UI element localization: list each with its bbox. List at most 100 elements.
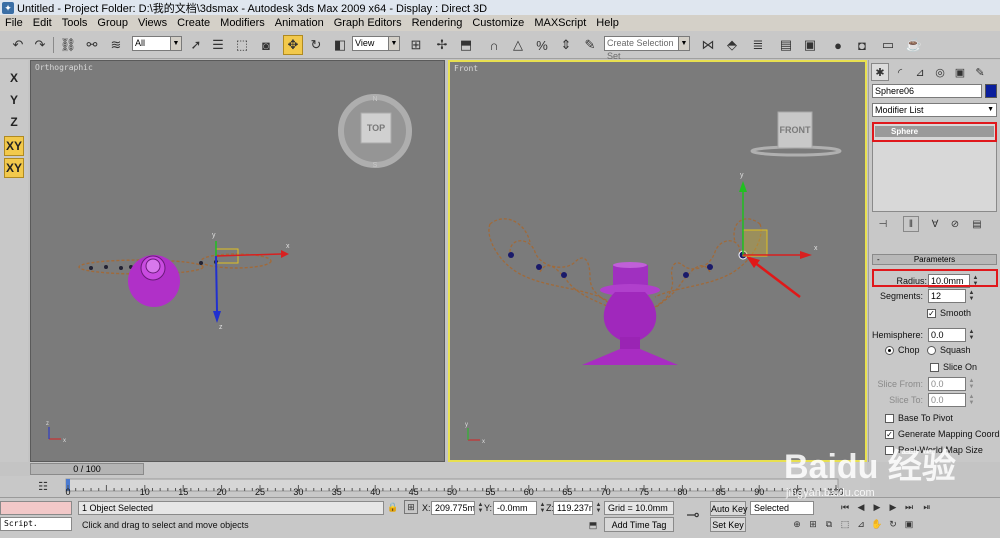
add-time-tag-button[interactable]: Add Time Tag <box>604 517 674 532</box>
small-sphere[interactable] <box>536 264 542 270</box>
reference-coord-dropdown[interactable]: View ▼ <box>352 36 400 51</box>
slice-to-field[interactable]: 0.0 <box>928 393 966 407</box>
viewcube[interactable]: TOP N S <box>338 94 412 169</box>
hierarchy-tab-icon[interactable]: ⊿ <box>911 63 929 81</box>
menu-group[interactable]: Group <box>92 15 133 31</box>
make-unique-icon[interactable]: ∀ <box>927 216 943 232</box>
slice-from-spinner-icon[interactable]: ▲ ▼ <box>967 378 976 390</box>
keyboard-shortcut-toggle-icon[interactable]: ⬒ <box>456 35 476 55</box>
select-and-rotate-icon[interactable]: ↻ <box>306 35 326 55</box>
select-by-name-icon[interactable]: ☰ <box>208 35 228 55</box>
angle-snap-icon[interactable]: △ <box>508 35 528 55</box>
align-icon[interactable]: ⬘ <box>722 35 742 55</box>
absolute-mode-icon[interactable]: ⊞ <box>404 500 418 514</box>
track-bar[interactable]: ☷ 0 10 15 20 25 30 35 40 45 50 55 60 65 70 75 80 85 90 95 1… <box>0 476 870 497</box>
menu-edit[interactable]: Edit <box>28 15 57 31</box>
modifier-list-dropdown[interactable]: Modifier List ▼ <box>872 103 997 117</box>
restrict-plane-cycle-button[interactable]: XY <box>4 158 24 178</box>
curve-editor-icon[interactable]: ▤ <box>776 35 796 55</box>
small-sphere[interactable] <box>683 272 689 278</box>
restrict-xy-plane-button[interactable]: XY <box>4 136 24 156</box>
maxscript-listener[interactable]: Script. <box>0 517 72 531</box>
bind-space-warp-icon[interactable]: ≋ <box>106 35 126 55</box>
slice-from-field[interactable]: 0.0 <box>928 377 966 391</box>
render-setup-icon[interactable]: ◘ <box>852 35 872 55</box>
zoom-all-icon[interactable]: ⊞ <box>806 517 820 531</box>
orbit-icon[interactable]: ↻ <box>886 517 900 531</box>
squash-radio[interactable] <box>927 346 936 355</box>
menu-create[interactable]: Create <box>172 15 215 31</box>
small-sphere[interactable] <box>119 266 123 270</box>
segments-field[interactable]: 12 <box>928 289 966 303</box>
time-tag-icon[interactable]: ⬒ <box>586 518 600 532</box>
unlink-icon[interactable]: ⚯ <box>82 35 102 55</box>
menu-customize[interactable]: Customize <box>467 15 529 31</box>
viewcube[interactable]: FRONT <box>750 111 842 157</box>
real-world-map-checkbox[interactable] <box>885 446 894 455</box>
select-and-scale-icon[interactable]: ◧ <box>330 35 350 55</box>
key-mode-icon[interactable]: ⏯ <box>920 500 934 514</box>
zoom-extents-all-icon[interactable]: ⬚ <box>838 517 852 531</box>
x-coordinate-field[interactable]: 209.775mm <box>431 501 475 515</box>
window-crossing-icon[interactable]: ◙ <box>256 35 276 55</box>
viewport-front[interactable]: Front FRONT y x x y <box>448 60 867 462</box>
snaps-toggle-icon[interactable]: ∩ <box>484 35 504 55</box>
slice-on-checkbox[interactable] <box>930 363 939 372</box>
menu-modifiers[interactable]: Modifiers <box>215 15 270 31</box>
selection-filter-dropdown[interactable]: All ▼ <box>132 36 182 51</box>
move-gizmo[interactable]: y x <box>739 172 818 259</box>
spinner-snap-icon[interactable]: ⇕ <box>556 35 576 55</box>
small-sphere[interactable] <box>104 265 108 269</box>
select-object-icon[interactable]: ➚ <box>186 35 206 55</box>
maxscript-listener-pink[interactable] <box>0 501 72 515</box>
create-tab-icon[interactable]: ✱ <box>871 63 889 81</box>
utilities-tab-icon[interactable]: ✎ <box>971 63 989 81</box>
small-sphere[interactable] <box>561 272 567 278</box>
menu-graph-editors[interactable]: Graph Editors <box>329 15 407 31</box>
go-to-end-icon[interactable]: ⏭ <box>902 500 916 514</box>
menu-views[interactable]: Views <box>133 15 172 31</box>
pin-stack-icon[interactable]: ⊣ <box>875 216 891 232</box>
display-tab-icon[interactable]: ▣ <box>951 63 969 81</box>
z-coordinate-field[interactable]: 119.237mm <box>553 501 593 515</box>
key-filter-dropdown[interactable]: Selected <box>750 501 814 515</box>
zoom-extents-icon[interactable]: ⧉ <box>822 517 836 531</box>
spline-curls-left[interactable] <box>488 218 626 313</box>
z-spinner-icon[interactable]: ▲ ▼ <box>594 502 603 514</box>
object-name-field[interactable]: Sphere06 <box>872 84 982 98</box>
small-sphere[interactable] <box>508 252 514 258</box>
time-slider-thumb[interactable]: 0 / 100 <box>30 463 144 475</box>
object-color-swatch[interactable] <box>985 84 997 98</box>
show-end-result-icon[interactable]: ‖ <box>903 216 919 232</box>
restrict-y-button[interactable]: Y <box>4 90 24 110</box>
modify-tab-icon[interactable]: ◜ <box>891 63 909 81</box>
hemisphere-spinner-icon[interactable]: ▲ ▼ <box>967 329 976 341</box>
move-gizmo[interactable]: x y z <box>212 232 290 331</box>
menu-maxscript[interactable]: MAXScript <box>529 15 591 31</box>
parameters-rollout-header[interactable]: - Parameters <box>872 254 997 265</box>
go-to-start-icon[interactable]: ⏮ <box>838 500 852 514</box>
candlestick-object[interactable] <box>582 262 678 365</box>
menu-rendering[interactable]: Rendering <box>407 15 468 31</box>
selection-lock-icon[interactable]: 🔒 <box>386 500 400 514</box>
named-selection-dropdown[interactable]: Create Selection Set ▼ <box>604 36 690 61</box>
zoom-icon[interactable]: ⊕ <box>790 517 804 531</box>
restrict-z-button[interactable]: Z <box>4 112 24 132</box>
slice-to-spinner-icon[interactable]: ▲ ▼ <box>967 394 976 406</box>
menu-animation[interactable]: Animation <box>270 15 329 31</box>
chop-radio[interactable] <box>885 346 894 355</box>
menu-help[interactable]: Help <box>591 15 624 31</box>
select-manipulate-icon[interactable]: ✢ <box>432 35 452 55</box>
percent-snap-icon[interactable]: % <box>532 35 552 55</box>
small-sphere[interactable] <box>707 264 713 270</box>
viewport-orthographic[interactable]: Orthographic TOP N S x y z x z <box>30 60 445 462</box>
field-of-view-icon[interactable]: ⊿ <box>854 517 868 531</box>
redo-icon[interactable]: ↷ <box>30 35 50 55</box>
play-icon[interactable]: ▶ <box>870 500 884 514</box>
remove-modifier-icon[interactable]: ⊘ <box>947 216 963 232</box>
edit-named-selection-icon[interactable]: ✎ <box>580 35 600 55</box>
material-editor-icon[interactable]: ● <box>828 35 848 55</box>
menu-tools[interactable]: Tools <box>57 15 93 31</box>
key-icon[interactable]: ⊸ <box>682 504 704 526</box>
rectangular-selection-icon[interactable]: ⬚ <box>232 35 252 55</box>
